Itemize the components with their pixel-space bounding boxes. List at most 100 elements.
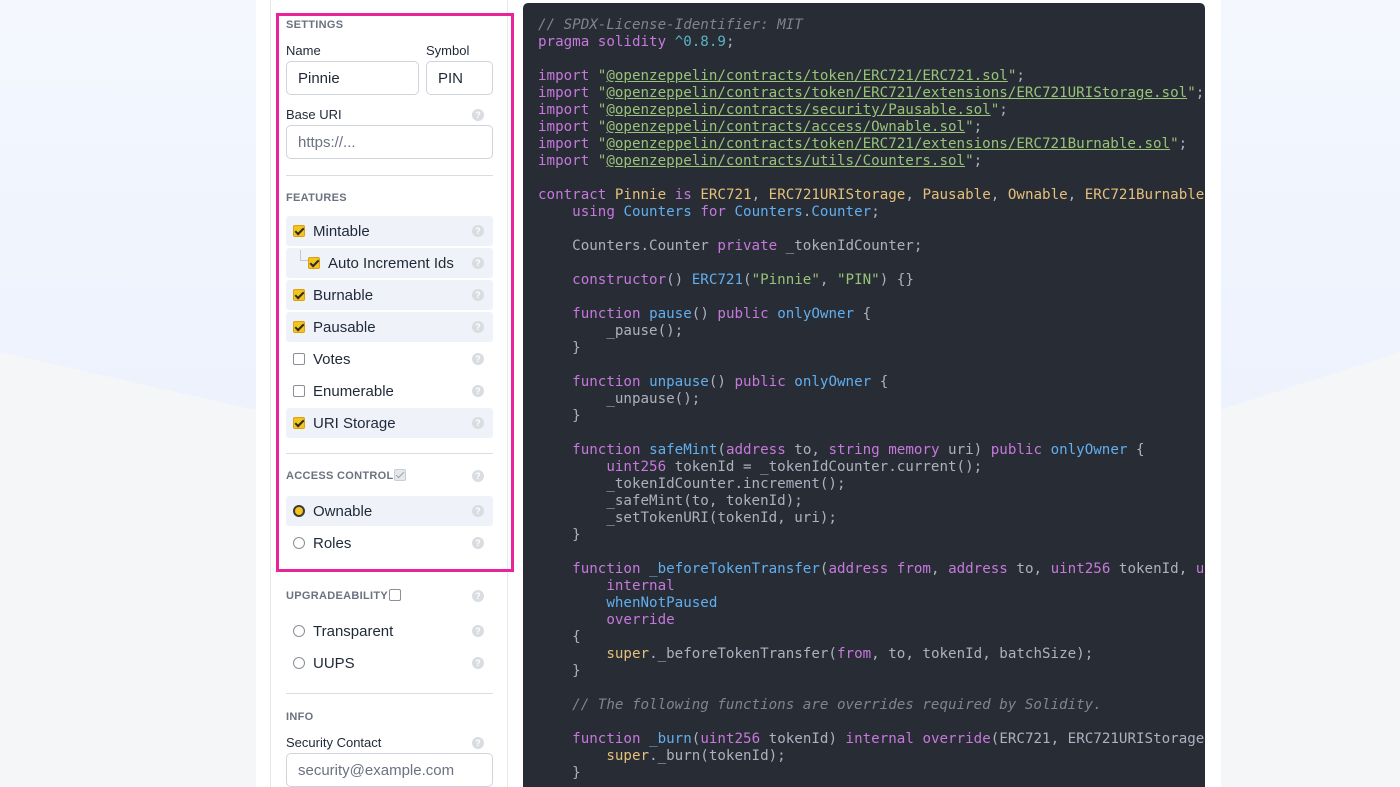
access-roles[interactable]: Roles ? [286, 528, 493, 558]
help-circle-icon[interactable]: ? [472, 321, 484, 333]
code-token: _beforeTokenTransfer [649, 561, 820, 577]
code-line: _safeMint(to, tokenId); [538, 493, 802, 509]
help-circle-icon[interactable]: ? [472, 353, 484, 365]
symbol-input[interactable]: PIN [426, 61, 493, 95]
code-token: { [854, 306, 872, 322]
divider [286, 453, 493, 454]
code-token: public [717, 306, 769, 322]
help-circle-icon[interactable]: ? [472, 657, 484, 669]
feature-uri-storage[interactable]: URI Storage ? [286, 408, 493, 438]
name-label: Name [286, 43, 321, 58]
access-control-toggle-checkbox[interactable] [394, 469, 406, 481]
code-token: uri) [939, 442, 991, 458]
code-token: } [538, 765, 581, 781]
code-token: onlyOwner [777, 306, 855, 322]
help-circle-icon[interactable]: ? [472, 417, 484, 429]
feature-pausable[interactable]: Pausable ? [286, 312, 493, 342]
help-circle-icon[interactable]: ? [472, 225, 484, 237]
code-token: Counters.Counter [538, 238, 718, 254]
help-circle-icon[interactable]: ? [472, 385, 484, 397]
code-token: , [905, 187, 923, 203]
checkbox-icon[interactable] [293, 289, 305, 301]
radio-icon[interactable] [293, 505, 305, 517]
code-token: tokenId) [760, 731, 846, 747]
feature-burnable[interactable]: Burnable ? [286, 280, 493, 310]
code-token: "PIN" [837, 272, 880, 288]
checkbox-icon[interactable] [308, 257, 320, 269]
security-contact-input[interactable]: security@example.com [286, 753, 493, 787]
code-token: ._beforeTokenTransfer( [649, 646, 837, 662]
code-token: { [1127, 442, 1145, 458]
code-line: function unpause() public onlyOwner { [538, 374, 888, 390]
code-token: function [572, 306, 641, 322]
upgrade-uups[interactable]: UUPS ? [286, 648, 493, 678]
code-token: () [691, 306, 718, 322]
code-token: @openzeppelin/contracts/token/ERC721/ext… [606, 136, 1171, 152]
radio-icon[interactable] [293, 657, 305, 669]
checkbox-icon[interactable] [293, 225, 305, 237]
upgrade-transparent[interactable]: Transparent ? [286, 616, 493, 646]
code-line: _tokenIdCounter.increment(); [538, 476, 845, 492]
help-circle-icon[interactable]: ? [472, 737, 484, 749]
code-line: using Counters for Counters.Counter; [538, 204, 880, 220]
upgrade-option-label: Transparent [313, 623, 394, 640]
feature-label: Enumerable [313, 383, 394, 400]
code-token: @openzeppelin/contracts/utils/Counters.s… [606, 153, 966, 169]
code-token: function [572, 561, 641, 577]
help-circle-icon[interactable]: ? [472, 289, 484, 301]
code-panel[interactable]: // SPDX-License-Identifier: MIT pragma s… [523, 3, 1205, 787]
feature-label: Votes [313, 351, 351, 368]
code-token: import [538, 85, 590, 101]
code-line: super._beforeTokenTransfer(from, to, tok… [538, 646, 1093, 662]
code-line: Counters.Counter private _tokenIdCounter… [538, 238, 922, 254]
code-token: { [1204, 187, 1205, 203]
help-circle-icon[interactable]: ? [472, 257, 484, 269]
code-token: Ownable [1007, 187, 1068, 203]
code-token: import [538, 136, 590, 152]
code-line: uint256 tokenId = _tokenIdCounter.curren… [538, 459, 982, 475]
code-token: function [572, 442, 641, 458]
code-token: ( [743, 272, 752, 288]
help-circle-icon[interactable]: ? [472, 470, 484, 482]
checkbox-icon[interactable] [293, 353, 305, 365]
checkbox-icon[interactable] [293, 321, 305, 333]
code-token: , [819, 272, 837, 288]
code-token: { [871, 374, 889, 390]
code-token: solidity [597, 34, 667, 50]
checkbox-icon[interactable] [293, 385, 305, 397]
checkbox-icon[interactable] [293, 417, 305, 429]
divider [286, 175, 493, 176]
access-option-label: Roles [313, 535, 352, 552]
feature-votes[interactable]: Votes ? [286, 344, 493, 374]
code-token: _setTokenURI(tokenId, uri); [538, 510, 837, 526]
feature-mintable[interactable]: Mintable ? [286, 216, 493, 246]
upgradeability-toggle-checkbox[interactable] [389, 589, 401, 601]
code-line: } [538, 765, 581, 781]
base-uri-input[interactable]: https://... [286, 125, 493, 159]
radio-icon[interactable] [293, 625, 305, 637]
code-token: onlyOwner [794, 374, 872, 390]
help-circle-icon[interactable]: ? [472, 537, 484, 549]
help-circle-icon[interactable]: ? [472, 625, 484, 637]
name-input[interactable]: Pinnie [286, 61, 419, 95]
help-circle-icon[interactable]: ? [472, 505, 484, 517]
code-token: super [606, 646, 650, 662]
radio-icon[interactable] [293, 537, 305, 549]
feature-auto-increment-ids[interactable]: Auto Increment Ids ? [286, 248, 493, 278]
code-token: ; [999, 102, 1008, 118]
code-line: import "@openzeppelin/contracts/token/ER… [538, 136, 1187, 152]
feature-enumerable[interactable]: Enumerable ? [286, 376, 493, 406]
access-ownable[interactable]: Ownable ? [286, 496, 493, 526]
code-token: to, [1007, 561, 1051, 577]
help-circle-icon[interactable]: ? [472, 590, 484, 602]
code-token: function [572, 374, 641, 390]
code-token: address [948, 561, 1008, 577]
code-line: contract Pinnie is ERC721, ERC721URIStor… [538, 187, 1205, 203]
help-circle-icon[interactable]: ? [472, 109, 484, 121]
